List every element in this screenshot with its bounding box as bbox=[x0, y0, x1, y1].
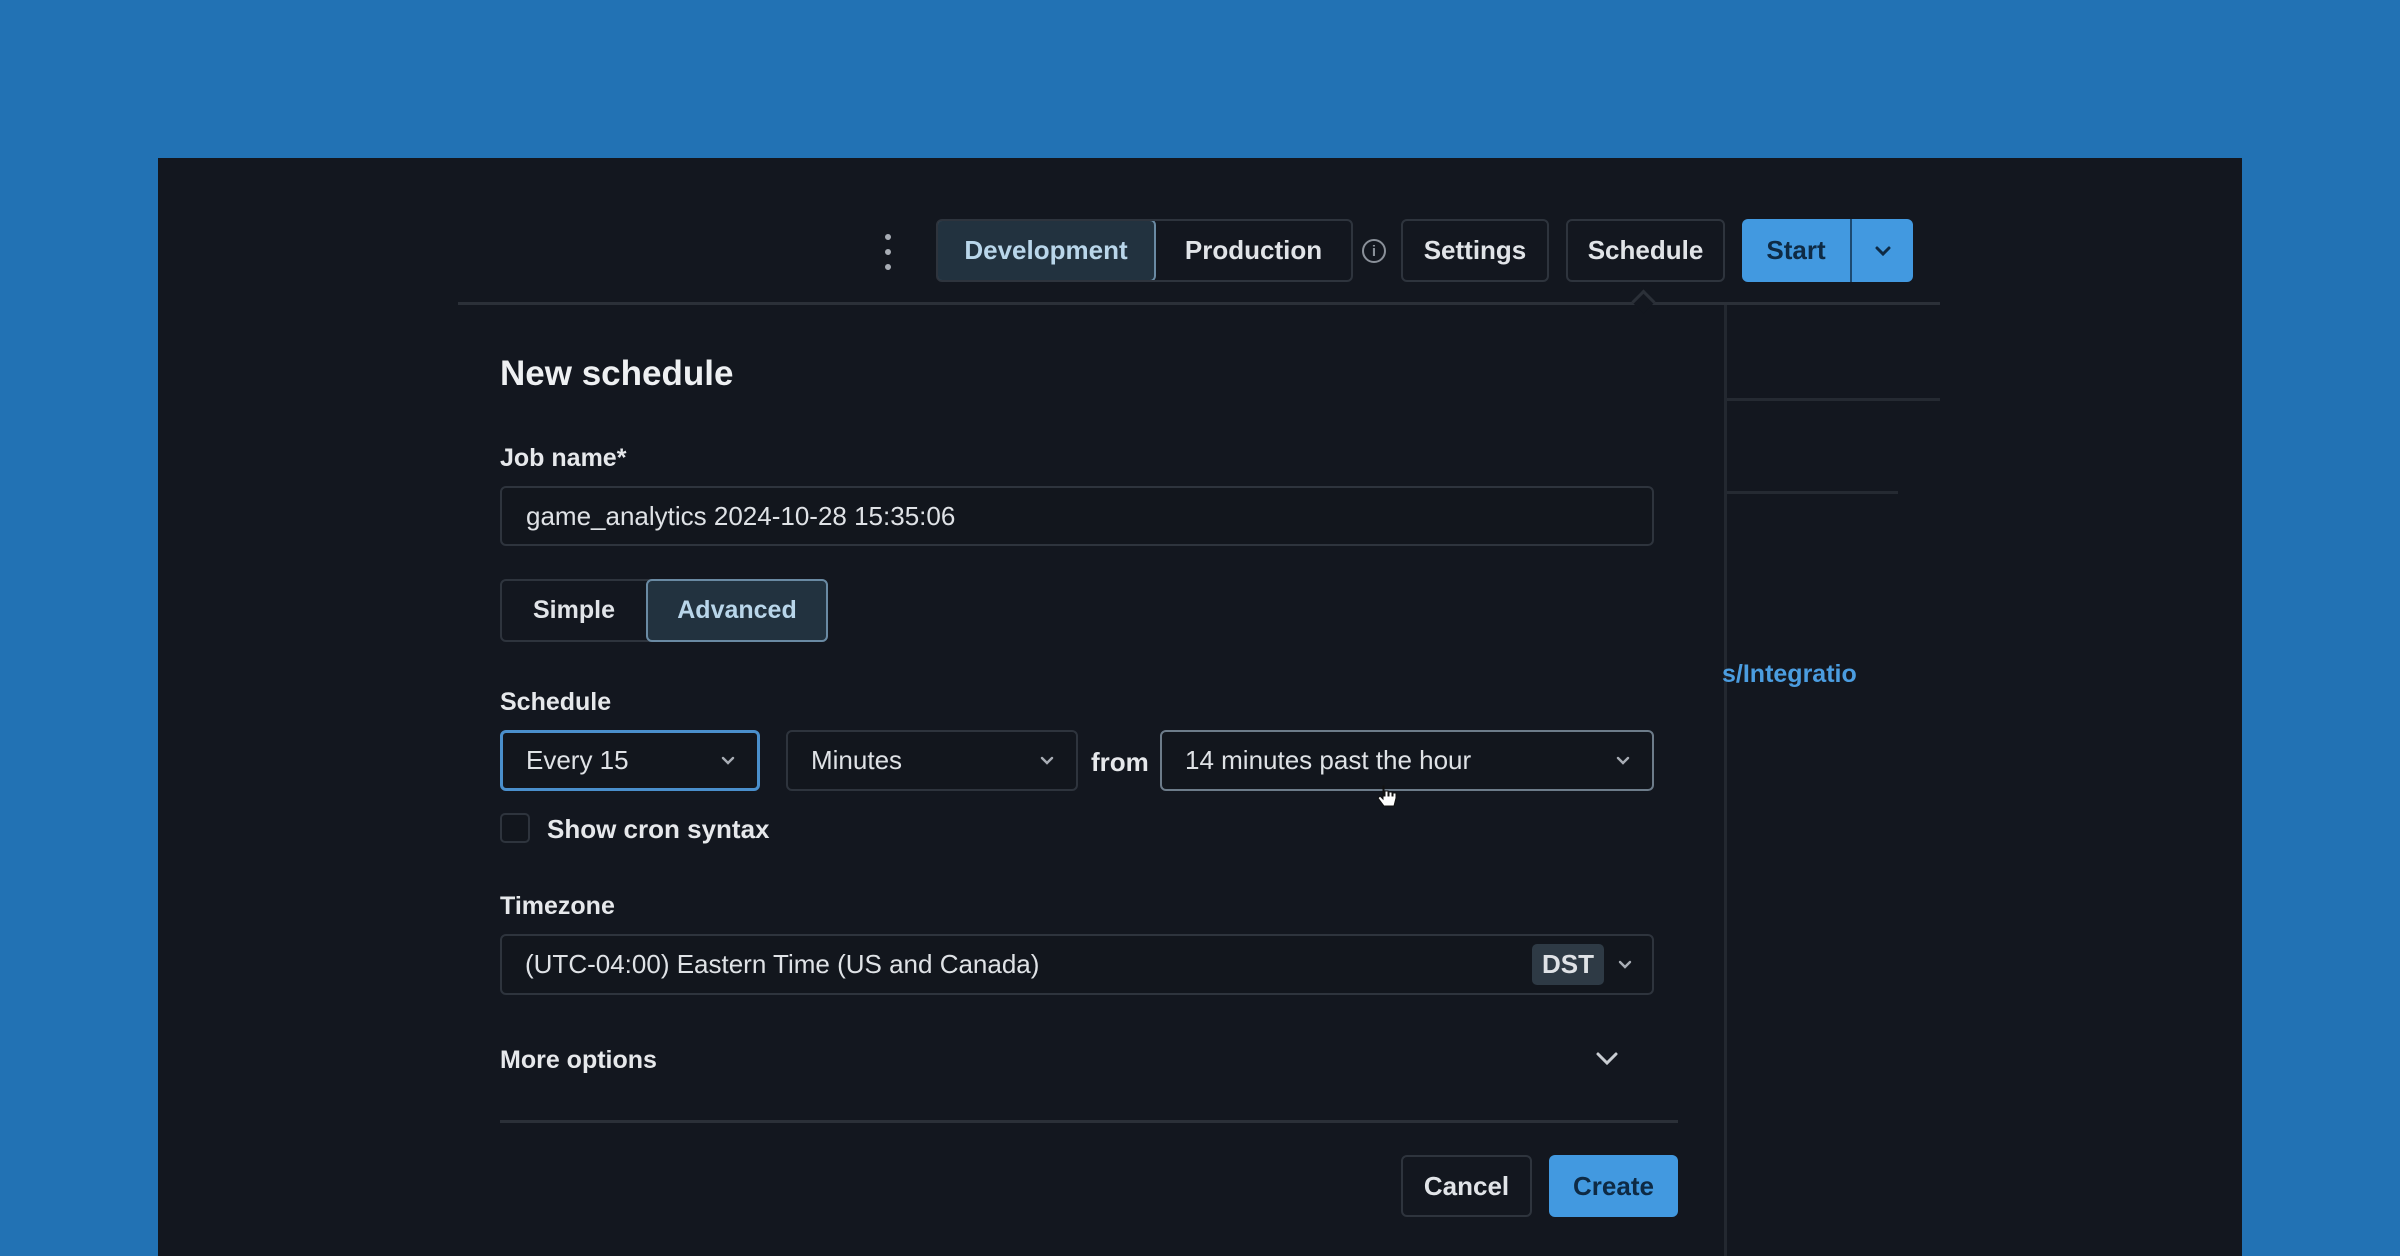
background-divider bbox=[1727, 398, 1940, 401]
unit-value: Minutes bbox=[811, 745, 903, 775]
mode-toggle: Simple Advanced bbox=[500, 579, 828, 642]
start-button-group: Start bbox=[1742, 219, 1913, 282]
interval-value: Every 15 bbox=[526, 745, 629, 775]
environment-option-production[interactable]: Production bbox=[1156, 221, 1351, 280]
show-cron-checkbox[interactable] bbox=[500, 813, 530, 843]
schedule-label: Schedule bbox=[500, 688, 612, 716]
chevron-down-icon[interactable] bbox=[1594, 1050, 1620, 1068]
chevron-down-icon bbox=[721, 756, 735, 765]
show-cron-label[interactable]: Show cron syntax bbox=[547, 814, 770, 845]
job-name-label: Job name* bbox=[500, 444, 627, 472]
unit-select[interactable]: Minutes bbox=[786, 730, 1078, 791]
chevron-down-icon bbox=[1875, 246, 1890, 256]
dst-badge: DST bbox=[1532, 944, 1604, 985]
from-label: from bbox=[1091, 747, 1149, 777]
app-window bbox=[158, 158, 2242, 1256]
background-divider bbox=[1727, 491, 1898, 494]
pointer-cursor-icon bbox=[1377, 785, 1397, 807]
timezone-value: (UTC-04:00) Eastern Time (US and Canada) bbox=[525, 949, 1040, 979]
schedule-button[interactable]: Schedule bbox=[1566, 219, 1725, 282]
timezone-label: Timezone bbox=[500, 892, 615, 920]
environment-option-development[interactable]: Development bbox=[938, 221, 1156, 280]
cancel-button[interactable]: Cancel bbox=[1401, 1155, 1532, 1217]
start-dropdown-button[interactable] bbox=[1852, 219, 1913, 282]
chevron-down-icon bbox=[1618, 960, 1632, 969]
create-button[interactable]: Create bbox=[1549, 1155, 1678, 1217]
job-name-value: game_analytics 2024-10-28 15:35:06 bbox=[526, 500, 956, 531]
more-actions-icon[interactable] bbox=[880, 234, 896, 270]
start-button[interactable]: Start bbox=[1742, 219, 1852, 282]
chevron-down-icon bbox=[1616, 756, 1630, 765]
offset-select[interactable]: 14 minutes past the hour bbox=[1160, 730, 1654, 791]
popover-edge bbox=[1724, 305, 1727, 1256]
environment-toggle: Development Production bbox=[936, 219, 1353, 282]
dialog-title: New schedule bbox=[500, 354, 734, 393]
toolbar-divider bbox=[458, 302, 1940, 305]
mode-option-advanced[interactable]: Advanced bbox=[646, 579, 828, 642]
mode-option-simple[interactable]: Simple bbox=[502, 581, 646, 640]
info-icon[interactable]: i bbox=[1362, 239, 1386, 263]
chevron-down-icon bbox=[1040, 756, 1054, 765]
offset-value: 14 minutes past the hour bbox=[1185, 745, 1472, 775]
more-options-toggle[interactable]: More options bbox=[500, 1046, 657, 1075]
dialog-footer-divider bbox=[500, 1120, 1678, 1123]
interval-select[interactable]: Every 15 bbox=[500, 730, 760, 791]
settings-button[interactable]: Settings bbox=[1401, 219, 1549, 282]
job-name-input[interactable]: game_analytics 2024-10-28 15:35:06 bbox=[500, 486, 1654, 546]
timezone-select[interactable]: (UTC-04:00) Eastern Time (US and Canada)… bbox=[500, 934, 1654, 995]
background-link[interactable]: s/Integratio bbox=[1722, 660, 1857, 689]
